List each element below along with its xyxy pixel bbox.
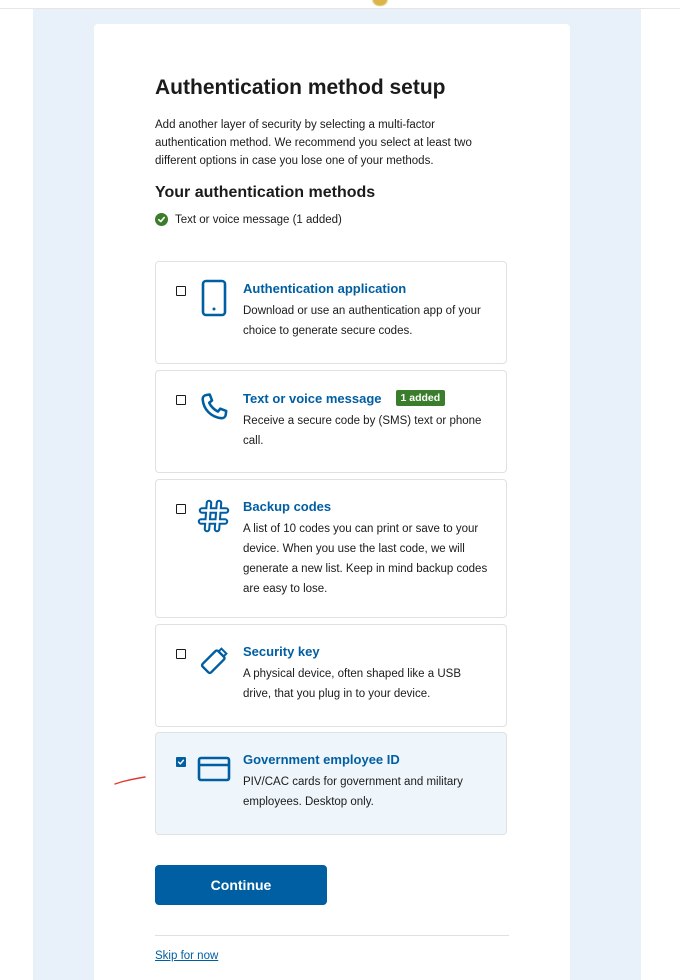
option-text: Authentication application Download or u…: [243, 281, 492, 341]
option-text: Security key A physical device, often sh…: [243, 644, 492, 704]
option-text: Text or voice message 1 added Receive a …: [243, 390, 492, 451]
checkbox-security-key[interactable]: [176, 649, 186, 659]
setup-card: Authentication method setup Add another …: [94, 24, 570, 980]
option-title: Authentication application: [243, 281, 492, 296]
red-annotation-mark: [114, 776, 146, 785]
option-title-text: Security key: [243, 644, 320, 659]
methods-heading: Your authentication methods: [155, 184, 376, 201]
hashtag-icon: [194, 496, 234, 536]
option-title: Text or voice message 1 added: [243, 390, 492, 406]
id-card-icon: [194, 749, 234, 789]
checkbox-backup-codes[interactable]: [176, 504, 186, 514]
option-title-text: Text or voice message: [243, 390, 382, 406]
divider: [155, 935, 509, 936]
usb-key-icon: [194, 641, 234, 681]
phone-handset-icon: [194, 387, 234, 427]
phone-device-icon: [194, 278, 234, 318]
checkbox-text-or-voice-message[interactable]: [176, 395, 186, 405]
continue-button[interactable]: Continue: [155, 865, 327, 905]
option-title-text: Authentication application: [243, 281, 407, 296]
option-description: A physical device, often shaped like a U…: [243, 668, 461, 700]
agency-logo-icon: [370, 0, 390, 8]
page-title: Authentication method setup: [155, 76, 446, 99]
added-methods-status: Text or voice message (1 added): [155, 213, 342, 226]
intro-text: Add another layer of security by selecti…: [155, 119, 472, 167]
option-text: Backup codes A list of 10 codes you can …: [243, 499, 492, 599]
option-authentication-application[interactable]: Authentication application Download or u…: [155, 261, 507, 364]
option-text: Government employee ID PIV/CAC cards for…: [243, 752, 492, 812]
option-description: A list of 10 codes you can print or save…: [243, 523, 488, 595]
option-title: Backup codes: [243, 499, 492, 514]
added-badge: 1 added: [395, 390, 446, 406]
skip-for-now-link[interactable]: Skip for now: [155, 950, 218, 962]
option-title: Government employee ID: [243, 752, 492, 767]
option-description: Download or use an authentication app of…: [243, 305, 481, 337]
option-title-text: Government employee ID: [243, 752, 400, 767]
checkbox-government-employee-id[interactable]: [176, 757, 186, 767]
added-status-text: Text or voice message (1 added): [175, 213, 342, 226]
option-government-employee-id[interactable]: Government employee ID PIV/CAC cards for…: [155, 732, 507, 835]
check-circle-icon: [155, 213, 168, 226]
option-description: PIV/CAC cards for government and militar…: [243, 776, 463, 808]
option-backup-codes[interactable]: Backup codes A list of 10 codes you can …: [155, 479, 507, 618]
option-security-key[interactable]: Security key A physical device, often sh…: [155, 624, 507, 727]
option-description: Receive a secure code by (SMS) text or p…: [243, 415, 482, 447]
checkbox-authentication-application[interactable]: [176, 286, 186, 296]
option-title-text: Backup codes: [243, 499, 332, 514]
option-title: Security key: [243, 644, 492, 659]
option-text-or-voice-message[interactable]: Text or voice message 1 added Receive a …: [155, 370, 507, 473]
top-header-bar: [0, 0, 680, 9]
